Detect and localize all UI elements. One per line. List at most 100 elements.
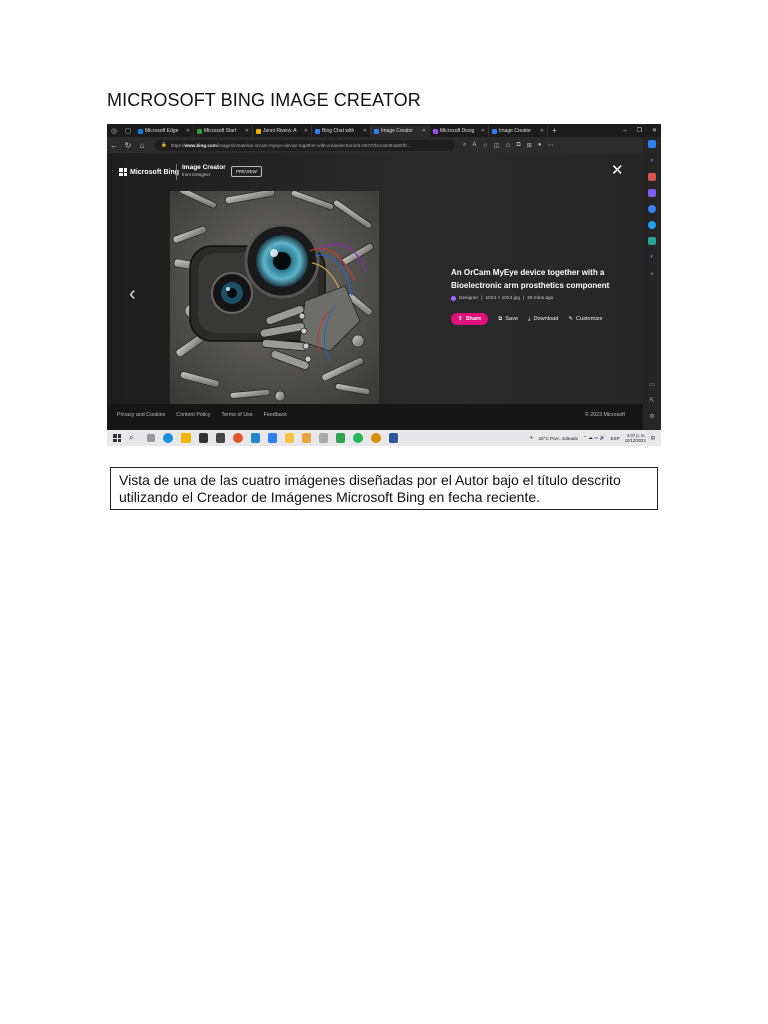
minimize-icon[interactable]: –	[623, 128, 626, 134]
tab-favicon-icon	[138, 128, 143, 134]
store-icon[interactable]	[199, 433, 208, 443]
favorite-star-icon[interactable]: ☆	[482, 142, 487, 149]
collections-icon[interactable]: ⧉	[516, 142, 520, 149]
tab-close-icon[interactable]: ✕	[540, 128, 544, 134]
browser-tab[interactable]: Microsoft Desig ✕	[430, 125, 489, 137]
tab-actions-icon[interactable]: ▢	[121, 124, 135, 137]
download-button[interactable]: ⤓ Download	[528, 316, 558, 323]
favorites-icon[interactable]: ✩	[505, 142, 510, 149]
tab-label: Image Creator	[499, 128, 531, 134]
games-icon[interactable]	[648, 205, 656, 213]
address-bar[interactable]: 🔒 https://www.bing.com/images/create/an-…	[155, 139, 455, 151]
footer-link[interactable]: Terms of Use	[221, 412, 252, 418]
sidebar-layout-icon[interactable]: ▭	[648, 380, 656, 388]
read-aloud-icon[interactable]: A	[472, 142, 476, 149]
footer-link[interactable]: Feedback	[264, 412, 287, 418]
edge-taskbar-icon[interactable]	[163, 433, 173, 443]
office-icon[interactable]	[648, 221, 656, 229]
mail-icon[interactable]	[216, 433, 225, 443]
generated-image[interactable]	[170, 191, 379, 404]
tab-close-icon[interactable]: ✕	[245, 128, 249, 134]
app4-icon[interactable]	[371, 433, 381, 443]
add-sidebar-app-icon[interactable]: +	[648, 271, 656, 279]
save-label: Save	[505, 316, 518, 322]
browser-tab[interactable]: Microsoft Edge ✕	[135, 125, 194, 137]
designer-icon	[451, 296, 456, 301]
save-icon: ⧉	[498, 315, 503, 322]
browser-tab[interactable]: Jenni Rivera: A ✕	[253, 125, 312, 137]
edge-sidebar: ⌕ ◐ + ▭ ⇱ ⚙	[643, 137, 661, 433]
close-icon[interactable]: ✕	[611, 161, 624, 179]
more-icon[interactable]: ⋯	[547, 142, 553, 149]
weather-text[interactable]: 29°C Parc. soleado	[539, 436, 579, 441]
url-prefix: https://	[170, 142, 185, 148]
notifications-icon[interactable]: ▤	[651, 435, 655, 441]
start-icon[interactable]	[113, 434, 121, 442]
tab-label: Bing Chat with	[322, 128, 355, 134]
clock[interactable]: 4:07 p. m. 10/12/2023	[625, 433, 646, 443]
home-icon[interactable]: ⌂	[135, 141, 149, 150]
tab-close-icon[interactable]: ✕	[422, 128, 426, 134]
vscode-icon[interactable]	[268, 433, 277, 443]
tab-favicon-icon	[256, 128, 261, 134]
save-button[interactable]: ⧉ Save	[498, 316, 518, 323]
search-icon[interactable]: ⌕	[648, 157, 656, 165]
footer-link[interactable]: Content Policy	[176, 412, 210, 418]
browser-tab[interactable]: Image Creator ✕	[489, 125, 548, 137]
previous-arrow-icon[interactable]: ‹	[129, 283, 136, 306]
external-icon[interactable]: ⇱	[648, 396, 656, 404]
language-indicator[interactable]: ESP	[610, 436, 619, 441]
photos-icon[interactable]	[251, 433, 260, 443]
split-screen-icon[interactable]: ◫	[494, 142, 500, 149]
clock-date: 10/12/2023	[624, 438, 646, 443]
meta-time: 26 mins ago	[527, 296, 554, 301]
designer-icon[interactable]: ◐	[648, 253, 656, 261]
shopping-icon[interactable]	[648, 173, 656, 181]
refresh-icon[interactable]: ↻	[121, 141, 135, 150]
outlook-icon[interactable]	[648, 237, 656, 245]
tab-close-icon[interactable]: ✕	[304, 128, 308, 134]
close-window-icon[interactable]: ✕	[652, 127, 657, 134]
tab-close-icon[interactable]: ✕	[186, 128, 190, 134]
copilot-icon[interactable]	[648, 140, 656, 148]
app2-icon[interactable]	[319, 433, 328, 443]
new-tab-button[interactable]: +	[548, 126, 561, 135]
word-icon[interactable]	[389, 433, 398, 443]
app-icon[interactable]	[302, 433, 311, 443]
page-footer: Privacy and Cookies Content Policy Terms o…	[107, 404, 643, 433]
task-view-icon[interactable]	[147, 434, 155, 442]
app3-icon[interactable]	[336, 433, 345, 443]
zoom-icon[interactable]: ⌕	[463, 142, 466, 149]
app-subtitle: from Designer	[182, 172, 211, 177]
tab-close-icon[interactable]: ✕	[481, 128, 485, 134]
back-icon[interactable]: ←	[107, 141, 121, 150]
window-controls: – ❐ ✕	[623, 124, 657, 137]
url-domain: www.bing.com	[184, 142, 217, 148]
weather-icon: ☀	[529, 435, 534, 440]
address-row: ← ↻ ⌂ 🔒 https://www.bing.com/images/crea…	[107, 137, 643, 153]
image-title: An OrCam MyEye device together with a Bi…	[451, 268, 610, 290]
tab-close-icon[interactable]: ✕	[363, 128, 367, 134]
tools-icon[interactable]	[648, 189, 656, 197]
file-explorer-icon[interactable]	[181, 433, 191, 443]
share-icon: ⇪	[458, 316, 463, 322]
app-title[interactable]: Image Creator	[182, 164, 226, 171]
drive-icon[interactable]	[285, 433, 294, 443]
customize-button[interactable]: ✎ Customize	[568, 316, 602, 322]
browser-tab[interactable]: Microsoft Start ✕	[194, 125, 253, 137]
spotify-icon[interactable]	[353, 433, 363, 443]
sidebar-settings-icon[interactable]: ⚙	[648, 412, 656, 420]
browser-tab[interactable]: Bing Chat with ✕	[312, 125, 371, 137]
profile-icon[interactable]: ●	[538, 142, 542, 149]
browser-tab[interactable]: Image Creator ✕	[371, 125, 430, 137]
tray-icons[interactable]: ⌃ ☁ ▭ 🔊	[583, 435, 605, 441]
restore-icon[interactable]: ❐	[637, 127, 642, 134]
footer-link[interactable]: Privacy and Cookies	[117, 412, 165, 418]
microsoft-bing-logo[interactable]: Microsoft Bing	[119, 168, 179, 176]
workspaces-icon[interactable]: ◎	[107, 124, 121, 137]
chrome-icon[interactable]	[233, 433, 243, 443]
extensions-icon[interactable]: ⊞	[527, 142, 532, 149]
share-button[interactable]: ⇪ Share	[451, 313, 489, 325]
share-label: Share	[465, 316, 482, 322]
search-taskbar-icon[interactable]: ⌕	[129, 433, 139, 443]
